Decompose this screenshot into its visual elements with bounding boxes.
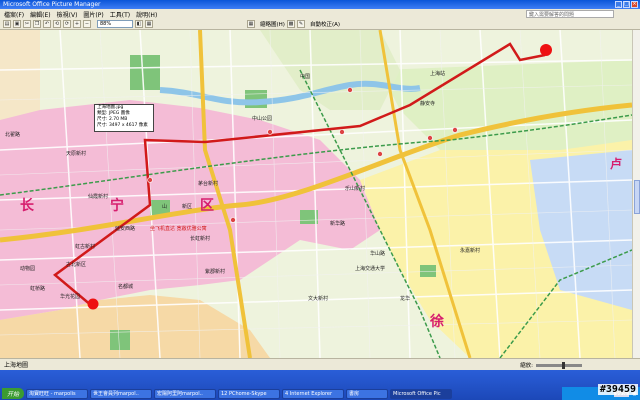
- place-label: 中山公园: [252, 115, 272, 122]
- place-label: 华光花园: [60, 293, 80, 300]
- place-label: 文大新村: [308, 295, 328, 302]
- task-item[interactable]: 世王會員列marpol..: [90, 388, 152, 399]
- place-label: 静安寺: [420, 100, 435, 107]
- zoom-out-icon[interactable]: −: [83, 20, 91, 28]
- place-label: 华山路: [370, 250, 385, 257]
- place-label: 动物园: [20, 265, 35, 272]
- task-list: 开始 淘寶旺旺 - marpolis 世王會員列marpol.. 宏陽阿里阿ma…: [0, 387, 640, 400]
- view-icon[interactable]: ▦: [145, 20, 153, 28]
- place-label: 茅台新村: [198, 180, 218, 187]
- zoom-label: 縮放:: [520, 363, 533, 369]
- place-label: 长虹新村: [190, 235, 210, 242]
- thumbnail-button[interactable]: 縮略圖(H): [260, 20, 285, 28]
- copy-icon[interactable]: ❐: [33, 20, 41, 28]
- thumbnail-icon: ▦: [247, 20, 255, 28]
- task-item[interactable]: 12 PChome-Skype: [218, 388, 280, 399]
- task-item[interactable]: 書房: [346, 388, 388, 399]
- menu-file[interactable]: 檔案(F): [4, 10, 24, 19]
- place-label: 虹桥路: [30, 285, 45, 292]
- minimize-button[interactable]: _: [615, 1, 622, 8]
- open-icon[interactable]: ▤: [3, 20, 11, 28]
- place-label: 仙霞新村: [88, 193, 108, 200]
- task-item[interactable]: 4 Internet Explorer: [282, 388, 344, 399]
- window-controls: _ □ ×: [615, 1, 638, 8]
- district-char-2: 宁: [110, 197, 124, 214]
- image-viewer[interactable]: 长 宁 区 徐 卢 天原新村 仙霞新村 虹古新村 动物园 北翟路 茅台新村 山 …: [0, 30, 632, 358]
- zoom-slider[interactable]: [536, 361, 582, 369]
- zoom-slider-handle[interactable]: [562, 361, 565, 369]
- place-label: 古北新区: [66, 261, 86, 268]
- file-info-tooltip: 上海地圖.jpg 類型: JPEG 圖像 尺寸: 2.70 MB 尺寸: 349…: [94, 104, 154, 132]
- taskbar: 开始 淘寶旺旺 - marpolis 世王會員列marpol.. 宏陽阿里阿ma…: [0, 370, 640, 400]
- toolbar: ▤ ▣ ✂ ❐ ↶ ⟲ ⟳ + − 88% ◧ ▦ ▦ 縮略圖(H) ▩ ✎ 自…: [0, 19, 640, 30]
- place-label: 乐山新村: [345, 185, 365, 192]
- place-label: 新华路: [330, 220, 345, 227]
- place-label: 永嘉新村: [460, 247, 480, 254]
- district-xu: 徐: [429, 313, 444, 330]
- place-label: 天原新村: [66, 150, 86, 157]
- place-label: 中国: [300, 73, 310, 80]
- menu-tools[interactable]: 工具(T): [110, 10, 130, 19]
- place-label: 上海站: [430, 70, 445, 77]
- place-label: 北翟路: [5, 131, 20, 138]
- maximize-button[interactable]: □: [623, 1, 630, 8]
- title-bar: Microsoft Office Picture Manager _ □ ×: [0, 0, 640, 9]
- map-image: 长 宁 区 徐 卢 天原新村 仙霞新村 虹古新村 动物园 北翟路 茅台新村 山 …: [0, 30, 632, 358]
- place-label: 延安西路: [115, 225, 135, 232]
- undo-icon[interactable]: ↶: [43, 20, 51, 28]
- rotate-right-icon[interactable]: ⟳: [63, 20, 71, 28]
- district-char-1: 长: [20, 197, 35, 214]
- menu-view[interactable]: 檢視(V): [57, 10, 78, 19]
- scrollbar-thumb[interactable]: [634, 180, 640, 214]
- status-bar: 上海地圖 縮放:: [0, 358, 640, 370]
- place-label: 虹古新村: [75, 243, 95, 250]
- place-label: 山: [162, 203, 167, 210]
- fit-icon[interactable]: ◧: [135, 20, 143, 28]
- window-title: Microsoft Office Picture Manager: [3, 1, 101, 8]
- district-char-3: 区: [200, 198, 214, 214]
- watermark-id: #39459: [597, 384, 638, 395]
- place-label: 新区: [182, 203, 192, 210]
- autofix-button[interactable]: 自動校正(A): [310, 20, 340, 28]
- close-button[interactable]: ×: [631, 1, 638, 8]
- start-button[interactable]: 开始: [2, 388, 24, 399]
- save-icon[interactable]: ▣: [13, 20, 21, 28]
- status-text: 上海地圖: [4, 362, 29, 369]
- info-dimensions: 尺寸: 3497 x 4617 像素: [97, 123, 148, 128]
- task-item[interactable]: 宏陽阿里阿marpol..: [154, 388, 216, 399]
- zoom-select[interactable]: 88%: [97, 20, 133, 28]
- task-item-active[interactable]: Microsoft Office Pic: [390, 388, 452, 399]
- cut-icon[interactable]: ✂: [23, 20, 31, 28]
- district-lu: 卢: [610, 156, 622, 171]
- zoom-control: 縮放:: [520, 361, 582, 369]
- rotate-left-icon[interactable]: ⟲: [53, 20, 61, 28]
- place-label: 紫郡新村: [205, 268, 225, 275]
- menu-bar: 檔案(F) 編輯(E) 檢視(V) 圖片(P) 工具(T) 說明(H) 鍵入需要…: [0, 9, 640, 19]
- map-red-text: 坐飞机直达 宽敞优雅公寓: [150, 225, 207, 232]
- place-label: 龙华: [400, 295, 410, 302]
- zoom-in-icon[interactable]: +: [73, 20, 81, 28]
- menu-edit[interactable]: 編輯(E): [30, 10, 50, 19]
- grid-icon[interactable]: ▩: [286, 20, 295, 28]
- autofix-icon: ✎: [296, 20, 305, 28]
- task-item[interactable]: 淘寶旺旺 - marpolis: [26, 388, 88, 399]
- place-label: 名都城: [118, 283, 133, 290]
- menu-picture[interactable]: 圖片(P): [83, 10, 103, 19]
- help-search-input[interactable]: 鍵入需要解答的問題: [526, 10, 614, 18]
- place-label: 上海交通大学: [355, 265, 385, 272]
- vertical-scrollbar[interactable]: [632, 30, 640, 358]
- menu-help[interactable]: 說明(H): [136, 10, 157, 19]
